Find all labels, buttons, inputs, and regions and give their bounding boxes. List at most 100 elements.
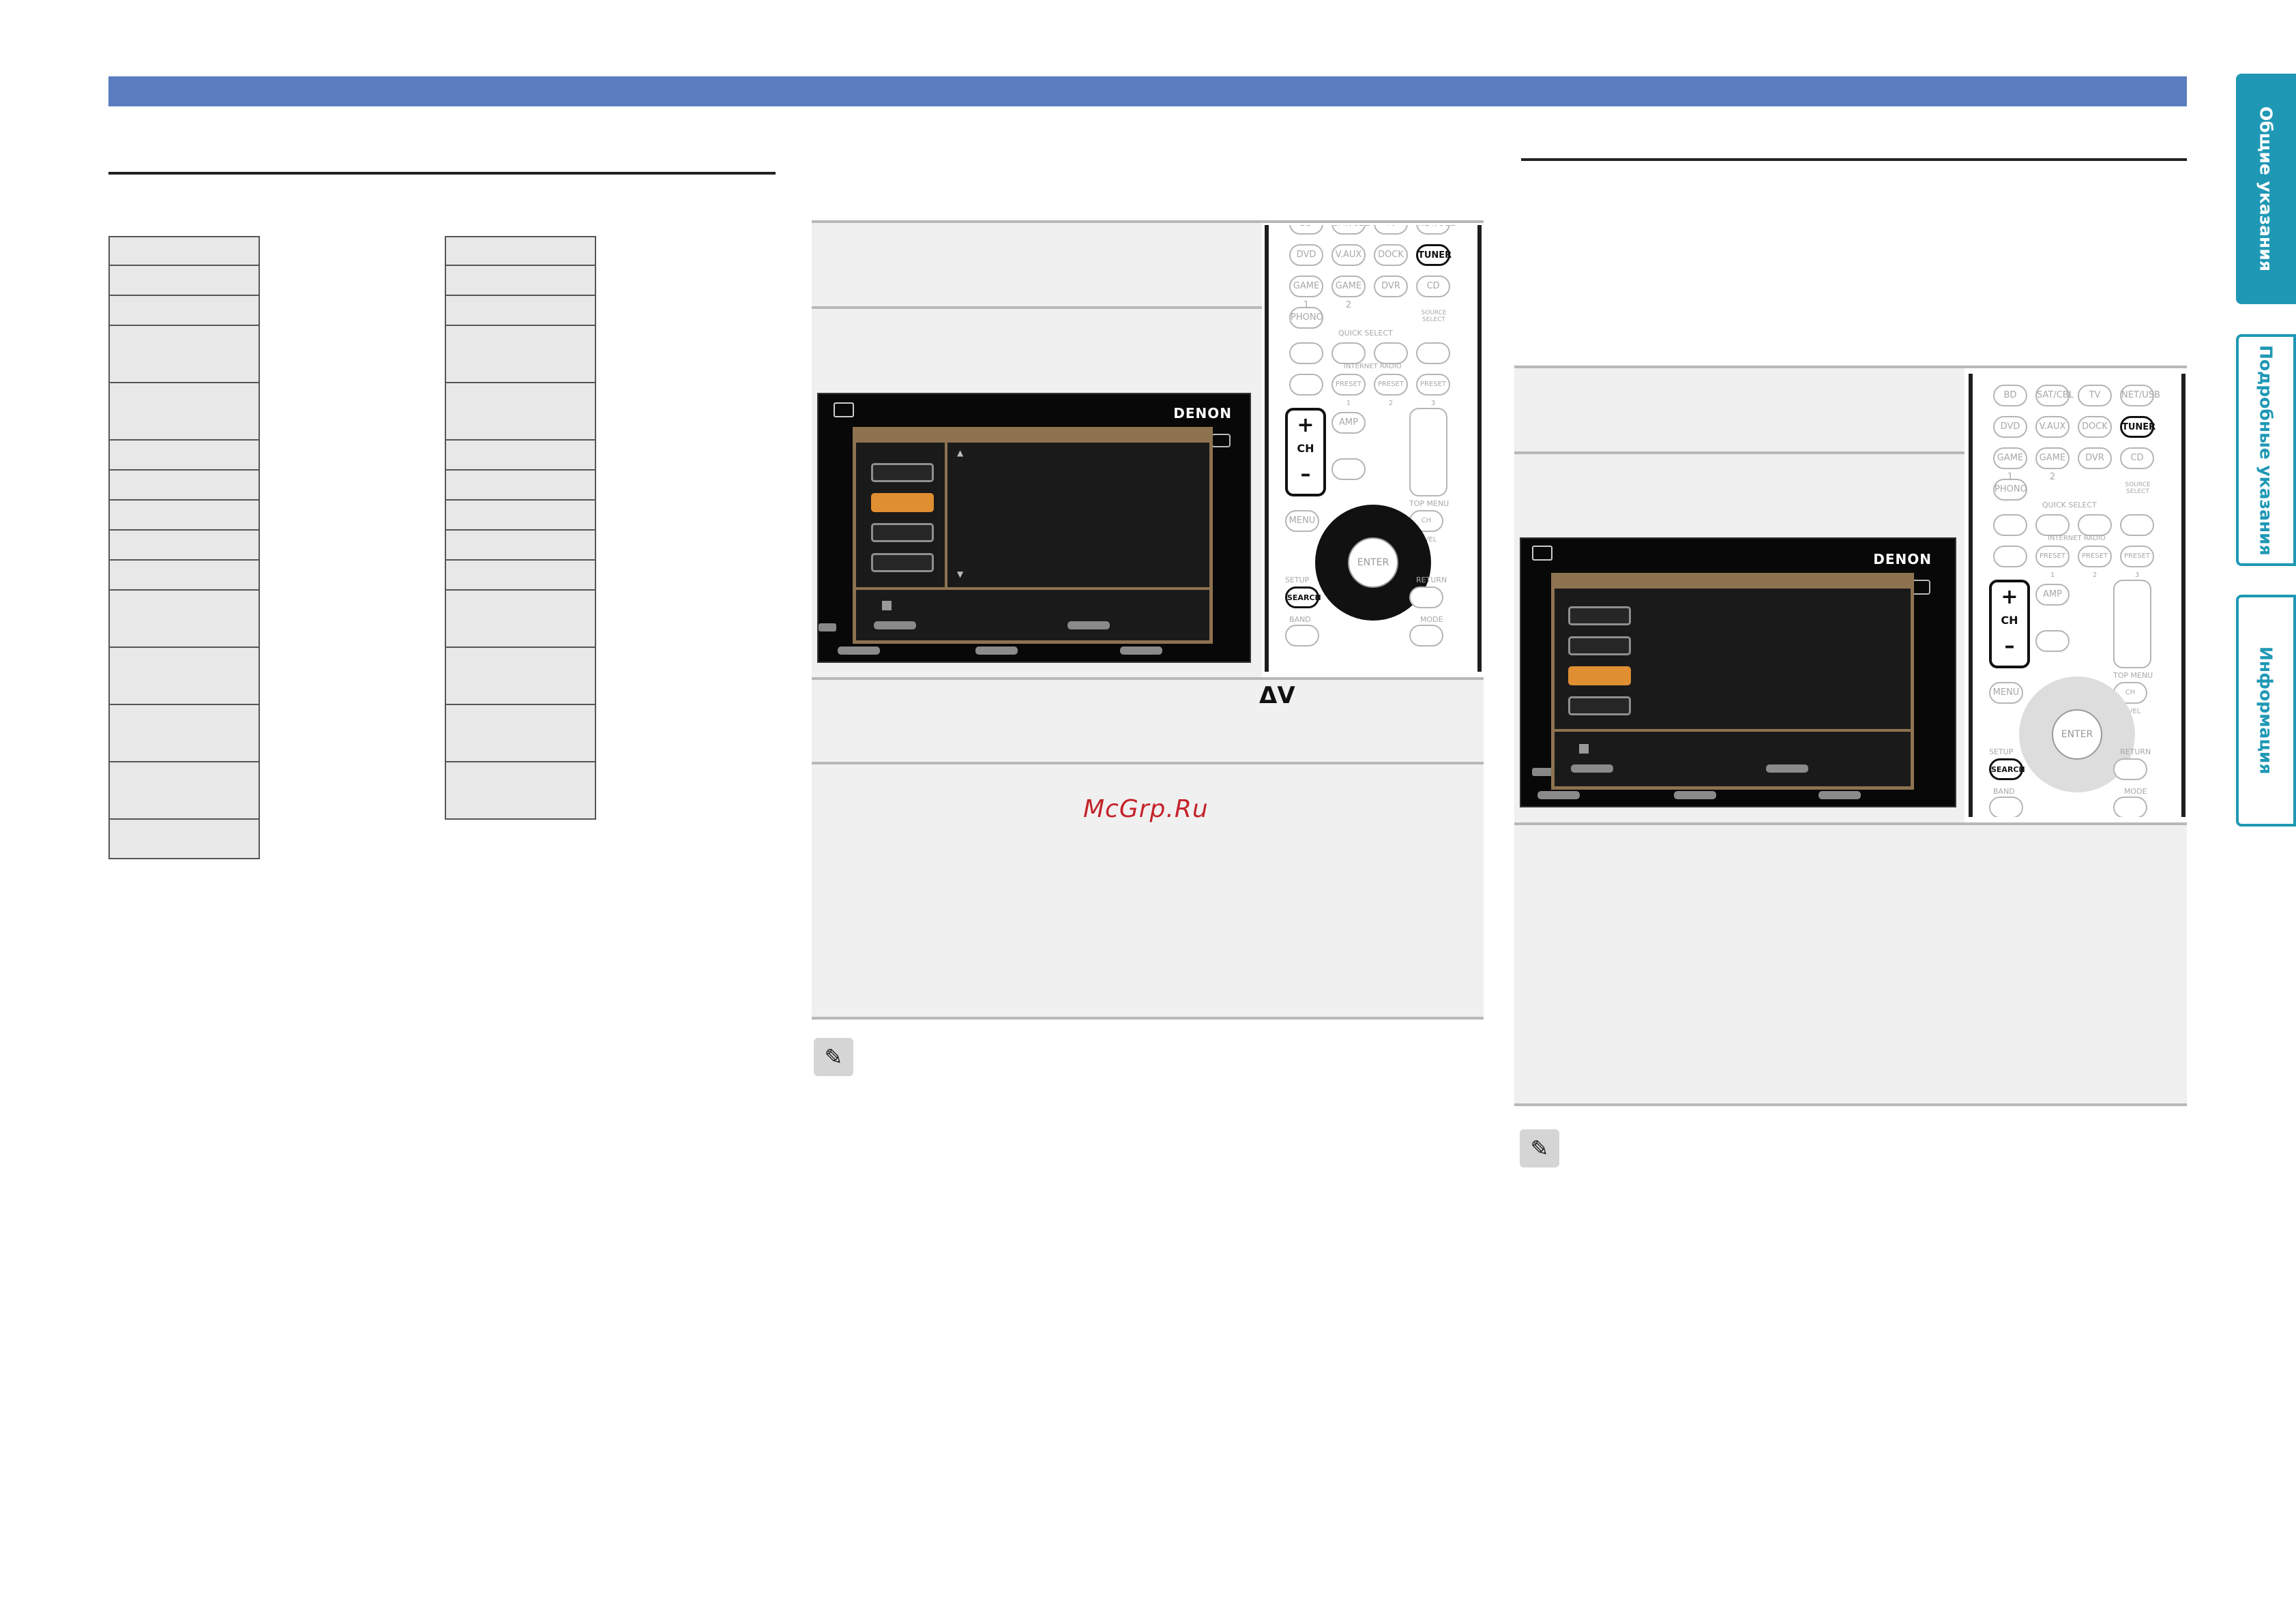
tab-general[interactable]: Общие указания [2236,74,2296,304]
preset-1-key[interactable]: PRESET 1 [1331,374,1366,407]
screen-indicator [1211,434,1231,447]
return-key[interactable] [1409,586,1443,608]
mode-key[interactable] [2113,797,2147,817]
band-key[interactable] [1285,625,1319,646]
dialog-divider [856,587,1209,590]
remote-key-game2[interactable]: GAME 2 [2035,447,2070,482]
remote-key-netusb[interactable]: NET/USB [2120,385,2160,406]
remote-key-cd[interactable]: CD [1416,276,1450,297]
preset-3-key[interactable]: PRESET 3 [2120,546,2154,579]
amp-key[interactable]: AMP [1331,412,1366,434]
remote-key-dock[interactable]: DOCK [1374,244,1408,266]
preset-2-key[interactable]: PRESET 2 [1374,374,1408,407]
search-key[interactable]: SEARCH [1989,758,2025,780]
band-key[interactable] [1989,797,2023,817]
remote-key-tuner[interactable]: TUNER [2120,416,2155,438]
table-cell [445,236,596,266]
table-cell [108,559,260,591]
remote-key-bd[interactable]: BD [1289,225,1323,235]
remote-key-phono[interactable]: PHONO [1993,479,2027,501]
internet-radio-key[interactable] [1993,546,2027,567]
mute-key[interactable] [1331,458,1366,480]
mute-key[interactable] [2035,630,2070,652]
remote-key-satcbl[interactable]: SAT/CBL [1331,225,1370,235]
quick-select-1[interactable] [1289,342,1323,364]
remote-key-bd[interactable]: BD [1993,385,2027,406]
skip-icon [819,623,836,631]
remote-key-dvr[interactable]: DVR [1374,276,1408,297]
menu-option-2-selected[interactable] [871,493,934,512]
remote-key-dvd[interactable]: DVD [1289,244,1323,266]
screen-pill [1819,791,1861,799]
dialog-panel [1551,573,1914,790]
step-box-5 [1514,368,1964,451]
remote-key-satcbl[interactable]: SAT/CBL [2035,385,2074,406]
remote-key-vaux[interactable]: V.AUX [1331,244,1366,266]
menu-option-1[interactable] [1568,606,1631,625]
table-cell [108,589,260,648]
menu-option-4[interactable] [871,553,934,572]
header-bar [108,76,2187,106]
tv-screen-2: DENON [1520,537,1956,807]
screen-pill [975,646,1018,655]
preset-3-key[interactable]: PRESET 3 [1416,374,1450,407]
remote-key-tv[interactable]: TV [2078,385,2112,406]
preset-1-key[interactable]: PRESET 1 [2035,546,2070,579]
remote-key-dock[interactable]: DOCK [2078,416,2112,438]
remote-key-dvr[interactable]: DVR [2078,447,2112,469]
tv-screen-1: DENON ▲ ▼ [817,393,1251,663]
menu-option-2[interactable] [1568,636,1631,655]
remote-control-2: BD SAT/CBL TV NET/USB DVD V.AUX DOCK TUNER GAME … [1969,374,2185,817]
quick-select-1[interactable] [1993,514,2027,536]
quick-select-4[interactable] [1416,342,1450,364]
volume-rocker[interactable] [1409,408,1447,496]
menu-option-3-selected[interactable] [1568,666,1631,685]
volume-rocker[interactable] [2113,580,2151,668]
mode-key[interactable] [1409,625,1443,646]
quick-select-4[interactable] [2120,514,2154,536]
remote-key-game1[interactable]: GAME 1 [1289,276,1323,310]
tab-detailed[interactable]: Подробные указания [2236,334,2296,566]
up-down-arrows: ΔV [1259,682,1295,709]
remote-key-tv[interactable]: TV [1374,225,1408,235]
dialog-header [856,430,1209,443]
menu-option-3[interactable] [871,523,934,542]
channel-rocker[interactable]: + CH – [1989,580,2030,668]
table-cell [108,325,260,383]
section-rule-left [108,172,776,175]
tab-information[interactable]: Информация [2236,595,2296,827]
remote-key-cd[interactable]: CD [2120,447,2154,469]
search-key[interactable]: SEARCH [1285,586,1321,608]
enter-button[interactable]: ENTER [2052,709,2102,760]
remote-key-phono[interactable]: PHONO [1289,307,1323,329]
source-select-label: SOURCE SELECT [2125,481,2151,495]
menu-key[interactable]: MENU [1989,682,2023,704]
quick-select-3[interactable] [1374,342,1408,364]
table-cell [445,704,596,762]
remote-key-netusb[interactable]: NET/USB [1416,225,1456,235]
internet-radio-key[interactable] [1289,374,1323,396]
dialog-pill [1571,764,1613,773]
scroll-down-icon: ▼ [957,569,964,579]
return-key[interactable] [2113,758,2147,780]
menu-option-1[interactable] [871,463,934,482]
channel-rocker[interactable]: + CH – [1285,408,1326,496]
enter-button[interactable]: ENTER [1348,537,1398,588]
remote-key-vaux[interactable]: V.AUX [2035,416,2070,438]
table-cell [108,265,260,296]
step-divider [812,220,1484,223]
remote-key-dvd[interactable]: DVD [1993,416,2027,438]
menu-option-4[interactable] [1568,696,1631,715]
band-label: BAND [1993,787,2015,796]
return-label: RETURN [2120,747,2151,756]
remote-key-game1[interactable]: GAME 1 [1993,447,2027,482]
quick-select-3[interactable] [2078,514,2112,536]
quick-select-2[interactable] [2035,514,2070,536]
pencil-icon: ✎ [1520,1129,1559,1168]
quick-select-2[interactable] [1331,342,1366,364]
amp-key[interactable]: AMP [2035,584,2070,606]
remote-key-tuner[interactable]: TUNER [1416,244,1452,266]
menu-key[interactable]: MENU [1285,510,1319,532]
preset-2-key[interactable]: PRESET 2 [2078,546,2112,579]
remote-key-game2[interactable]: GAME 2 [1331,276,1366,310]
